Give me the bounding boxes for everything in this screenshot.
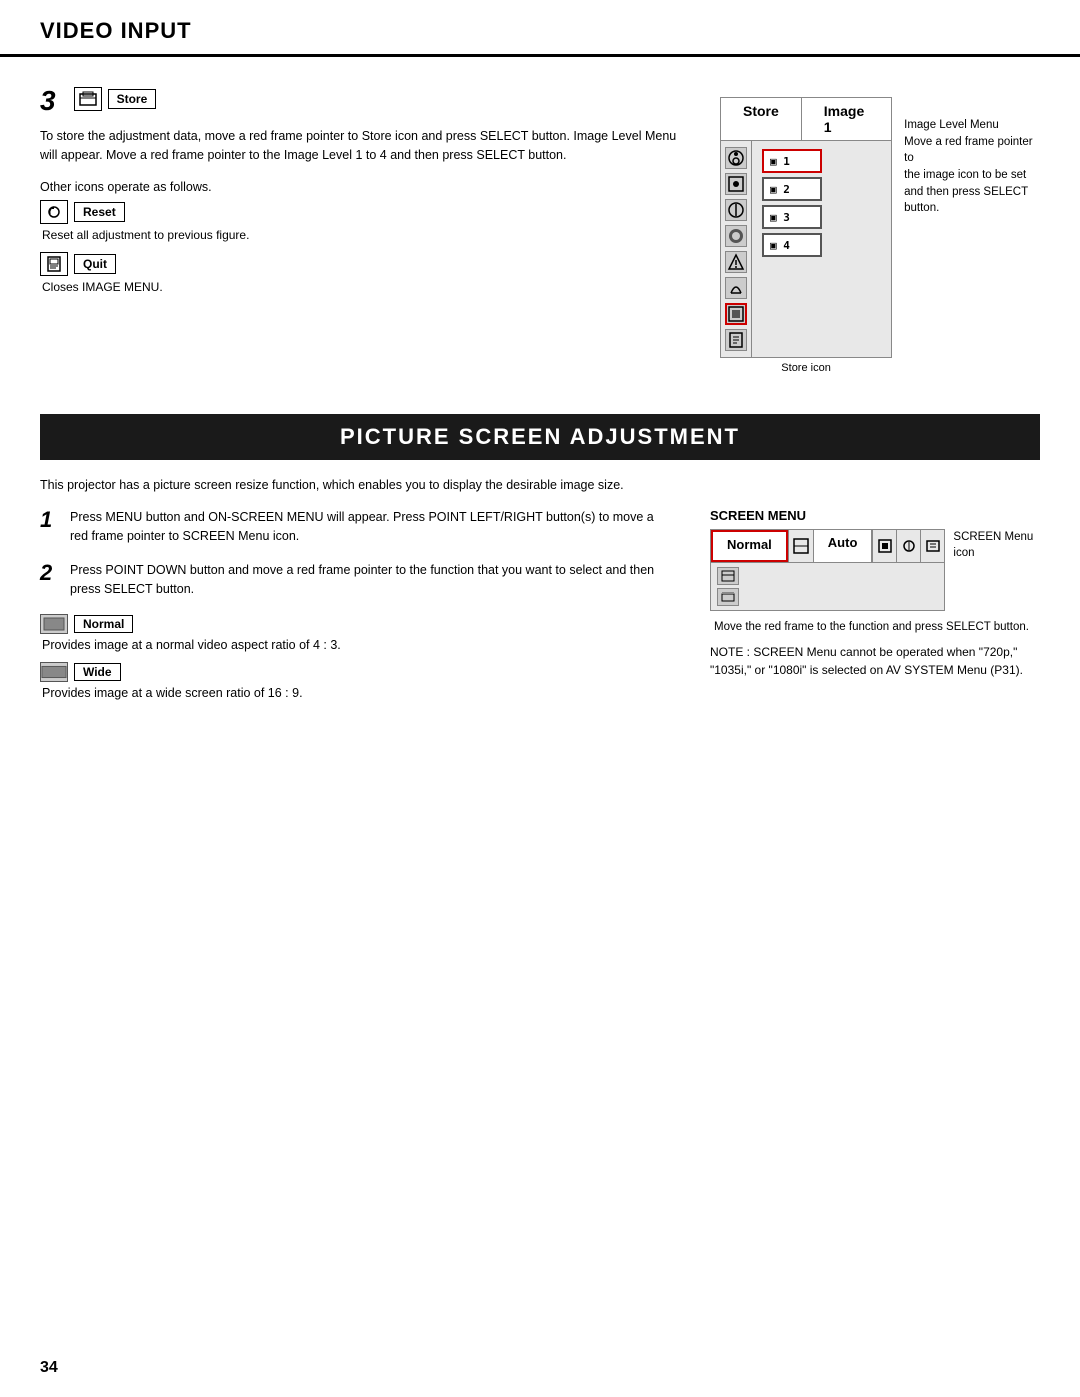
- sm-bottom-icon-2: [717, 588, 739, 606]
- store-icon: [74, 87, 102, 111]
- wide-option-row: Wide: [40, 662, 670, 682]
- diagram-levels-col: ▣ 1 ▣ 2 ▣ 3: [752, 141, 832, 357]
- screen-menu-diagram: Normal Auto: [710, 529, 945, 611]
- psa-intro: This projector has a picture screen resi…: [40, 478, 1040, 492]
- diag-icon-6: [725, 277, 747, 299]
- sm-mid-icon: [788, 530, 814, 562]
- level-1: ▣ 1: [762, 149, 822, 173]
- step3-number: 3: [40, 87, 56, 115]
- psa-step2: 2 Press POINT DOWN button and move a red…: [40, 561, 670, 600]
- diag-icon-7: [725, 303, 747, 325]
- psa-step2-text: Press POINT DOWN button and move a red f…: [70, 561, 670, 600]
- diagram-annotation: Image Level MenuMove a red frame pointer…: [904, 97, 1040, 217]
- normal-desc: Provides image at a normal video aspect …: [42, 638, 670, 652]
- psa-header: PICTURE SCREEN ADJUSTMENT: [40, 414, 1040, 460]
- quit-label: Quit: [74, 254, 116, 274]
- diag-icon-2: [725, 173, 747, 195]
- psa-step1: 1 Press MENU button and ON-SCREEN MENU w…: [40, 508, 670, 547]
- psa-step1-num: 1: [40, 508, 62, 547]
- wide-label: Wide: [74, 663, 121, 681]
- wide-icon: [40, 662, 68, 682]
- quit-row: Quit: [40, 252, 680, 276]
- level-3: ▣ 3: [762, 205, 822, 229]
- screen-menu-annotation: SCREEN Menu icon: [953, 529, 1040, 561]
- sm-icon-b: [896, 530, 920, 562]
- diagram-store-label: Store: [721, 98, 802, 140]
- reset-label: Reset: [74, 202, 125, 222]
- sm-bottom-icon-1: [717, 567, 739, 585]
- video-input-section: 3 Store To store the adjustment data, mo…: [40, 87, 1040, 374]
- psa-right: SCREEN MENU Normal Auto: [710, 508, 1040, 710]
- sm-auto-cell: Auto: [814, 530, 873, 562]
- reset-text: Reset all adjustment to previous figure.: [42, 228, 680, 242]
- level-4: ▣ 4: [762, 233, 822, 257]
- diag-icon-1: [725, 147, 747, 169]
- psa-step2-num: 2: [40, 561, 62, 600]
- reset-icon: [40, 200, 68, 224]
- other-icons-text: Other icons operate as follows.: [40, 180, 680, 194]
- page-title: VIDEO INPUT: [40, 18, 1040, 44]
- sm-right-icons: [872, 530, 944, 562]
- screen-menu-title: SCREEN MENU: [710, 508, 1040, 523]
- psa-note: NOTE : SCREEN Menu cannot be operated wh…: [710, 643, 1040, 679]
- store-diagram: Store Image 1: [720, 97, 892, 358]
- quit-text: Closes IMAGE MENU.: [42, 280, 680, 294]
- store-icon-row: Store: [74, 87, 157, 111]
- store-label: Store: [108, 89, 157, 109]
- sm-icon-c: [920, 530, 944, 562]
- reset-row: Reset: [40, 200, 680, 224]
- normal-label: Normal: [74, 615, 133, 633]
- step3-text: To store the adjustment data, move a red…: [40, 127, 680, 166]
- normal-option-row: Normal: [40, 614, 670, 634]
- quit-icon: [40, 252, 68, 276]
- psa-section: 1 Press MENU button and ON-SCREEN MENU w…: [40, 508, 1040, 710]
- psa-left: 1 Press MENU button and ON-SCREEN MENU w…: [40, 508, 670, 710]
- diag-icon-4: [725, 225, 747, 247]
- psa-step1-text: Press MENU button and ON-SCREEN MENU wil…: [70, 508, 670, 547]
- video-input-left: 3 Store To store the adjustment data, mo…: [40, 87, 680, 374]
- sm-normal-cell: Normal: [711, 530, 788, 562]
- level-2: ▣ 2: [762, 177, 822, 201]
- page-header: VIDEO INPUT: [0, 0, 1080, 57]
- sm-bottom-rows: [711, 563, 944, 610]
- diag-icon-5: [725, 251, 747, 273]
- diagram-icons-col: [721, 141, 752, 357]
- wide-desc: Provides image at a wide screen ratio of…: [42, 686, 670, 700]
- diag-icon-8: [725, 329, 747, 351]
- normal-icon: [40, 614, 68, 634]
- sm-icon-a: [872, 530, 896, 562]
- sm-move-text: Move the red frame to the function and p…: [714, 619, 1040, 635]
- store-icon-label: Store icon: [781, 362, 831, 374]
- page-number: 34: [40, 1359, 58, 1377]
- screen-menu-icon-label: SCREEN Menu icon: [953, 531, 1033, 559]
- diagram-image-label: Image 1: [802, 98, 891, 140]
- diag-icon-3: [725, 199, 747, 221]
- video-input-right: Store Image 1: [720, 87, 1040, 374]
